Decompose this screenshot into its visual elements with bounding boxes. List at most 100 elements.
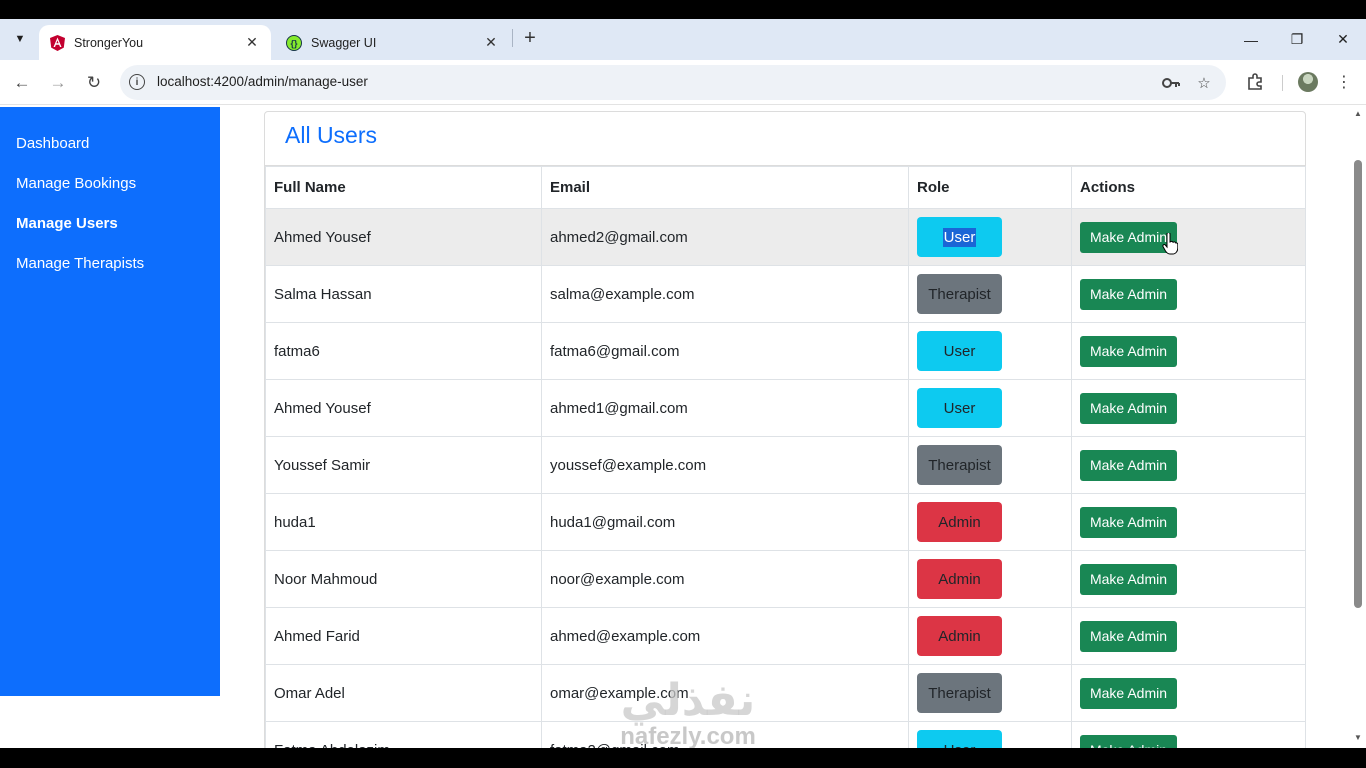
- cell-actions: Make Admin: [1071, 664, 1306, 722]
- svg-text:{}: {}: [290, 38, 298, 48]
- reload-icon[interactable]: ↻: [81, 70, 107, 96]
- table-row: Ahmed Yousef ahmed2@gmail.com User Make …: [265, 208, 1306, 266]
- cell-full-name: Youssef Samir: [265, 436, 542, 494]
- cell-full-name: Salma Hassan: [265, 265, 542, 323]
- make-admin-button[interactable]: Make Admin: [1080, 734, 1177, 748]
- cell-role: Therapist: [908, 664, 1072, 722]
- table-row: Ahmed Farid ahmed@example.com Admin Make…: [265, 607, 1306, 665]
- page-scrollbar[interactable]: ▲ ▼: [1350, 105, 1366, 748]
- role-label-selected: User: [942, 227, 977, 247]
- cell-email: salma@example.com: [541, 265, 909, 323]
- scroll-down-arrow-icon[interactable]: ▼: [1352, 733, 1364, 745]
- table-row: Youssef Samir youssef@example.com Therap…: [265, 436, 1306, 494]
- sidebar-item-manage-users[interactable]: Manage Users: [0, 209, 220, 249]
- site-info-icon[interactable]: i: [129, 74, 145, 90]
- cell-role: Admin: [908, 493, 1072, 551]
- table-header-row: Full Name Email Role Actions: [265, 166, 1306, 209]
- role-badge: User: [917, 388, 1002, 428]
- role-badge: Admin: [917, 616, 1002, 656]
- cell-email: ahmed1@gmail.com: [541, 379, 909, 437]
- address-bar[interactable]: i localhost:4200/admin/manage-user ☆: [120, 65, 1226, 100]
- forward-icon[interactable]: →: [45, 70, 71, 96]
- make-admin-button[interactable]: Make Admin: [1080, 278, 1177, 310]
- role-badge: User: [917, 217, 1002, 257]
- cell-email: ahmed@example.com: [541, 607, 909, 665]
- make-admin-button[interactable]: Make Admin: [1080, 449, 1177, 481]
- make-admin-button[interactable]: Make Admin: [1080, 677, 1177, 709]
- close-tab-icon[interactable]: ✕: [482, 34, 500, 52]
- role-badge: Therapist: [917, 274, 1002, 314]
- cell-full-name: Noor Mahmoud: [265, 550, 542, 608]
- browser-tabstrip: ▼ StrongerYou ✕ {} Swagger UI ✕ +: [0, 19, 1366, 60]
- sidebar-item-manage-therapists[interactable]: Manage Therapists: [0, 249, 220, 289]
- table-row: fatma6 fatma6@gmail.com User Make Admin: [265, 322, 1306, 380]
- page-title: All Users: [265, 112, 1305, 166]
- back-icon[interactable]: ←: [9, 70, 35, 96]
- role-badge: Therapist: [917, 445, 1002, 485]
- password-key-icon[interactable]: [1161, 73, 1181, 93]
- make-admin-button[interactable]: Make Admin: [1080, 563, 1177, 595]
- tab-swagger[interactable]: {} Swagger UI ✕: [276, 25, 510, 60]
- tab-search-chevron-icon[interactable]: ▼: [8, 27, 32, 51]
- cell-full-name: Fatma Abdelazim: [265, 721, 542, 748]
- tab-title: Swagger UI: [311, 35, 377, 50]
- cell-full-name: Ahmed Yousef: [265, 379, 542, 437]
- table-row: huda1 huda1@gmail.com Admin Make Admin: [265, 493, 1306, 551]
- screen: ▼ StrongerYou ✕ {} Swagger UI ✕ + — ❐ ✕ …: [0, 0, 1366, 768]
- cell-role: Admin: [908, 607, 1072, 665]
- cell-role: Therapist: [908, 265, 1072, 323]
- minimize-icon[interactable]: —: [1228, 19, 1274, 60]
- make-admin-button[interactable]: Make Admin: [1080, 335, 1177, 367]
- extensions-icon[interactable]: [1243, 70, 1267, 94]
- table-row: Noor Mahmoud noor@example.com Admin Make…: [265, 550, 1306, 608]
- menu-kebab-icon[interactable]: ⋮: [1332, 70, 1356, 94]
- cell-email: huda1@gmail.com: [541, 493, 909, 551]
- new-tab-icon[interactable]: +: [518, 28, 542, 50]
- cell-email: fatma6@gmail.com: [541, 322, 909, 380]
- make-admin-button[interactable]: Make Admin: [1080, 620, 1177, 652]
- hand-pointer-cursor-icon: [1162, 233, 1178, 255]
- tab-strongeryou[interactable]: StrongerYou ✕: [39, 25, 271, 60]
- cell-actions: Make Admin: [1071, 550, 1306, 608]
- tab-title: StrongerYou: [74, 35, 144, 50]
- admin-sidebar: Dashboard Manage Bookings Manage Users M…: [0, 107, 220, 696]
- cell-role: User: [908, 379, 1072, 437]
- cell-role: Therapist: [908, 436, 1072, 494]
- cell-full-name: huda1: [265, 493, 542, 551]
- role-badge: Admin: [917, 559, 1002, 599]
- cell-actions: Make Admin: [1071, 493, 1306, 551]
- profile-avatar[interactable]: [1298, 72, 1318, 92]
- restore-icon[interactable]: ❐: [1274, 19, 1320, 60]
- browser-toolbar: ← → ↻ i localhost:4200/admin/manage-user…: [0, 60, 1366, 105]
- cell-email: fatma2@gmail.com: [541, 721, 909, 748]
- cell-email: omar@example.com: [541, 664, 909, 722]
- scroll-thumb[interactable]: [1354, 160, 1362, 608]
- cell-email: ahmed2@gmail.com: [541, 208, 909, 266]
- bottom-letterbox: [0, 748, 1366, 768]
- bookmark-star-icon[interactable]: ☆: [1194, 73, 1214, 93]
- sidebar-item-dashboard[interactable]: Dashboard: [0, 129, 220, 169]
- cell-email: noor@example.com: [541, 550, 909, 608]
- toolbar-separator: [1282, 75, 1283, 91]
- make-admin-button[interactable]: Make Admin: [1080, 506, 1177, 538]
- column-header-actions: Actions: [1071, 166, 1306, 209]
- scroll-up-arrow-icon[interactable]: ▲: [1352, 109, 1364, 121]
- cell-actions: Make Admin: [1071, 379, 1306, 437]
- role-badge: Therapist: [917, 673, 1002, 713]
- cell-email: youssef@example.com: [541, 436, 909, 494]
- sidebar-item-manage-bookings[interactable]: Manage Bookings: [0, 169, 220, 209]
- make-admin-button[interactable]: Make Admin: [1080, 392, 1177, 424]
- role-badge: Admin: [917, 502, 1002, 542]
- angular-icon: [49, 34, 65, 51]
- close-tab-icon[interactable]: ✕: [243, 34, 261, 52]
- cell-full-name: Ahmed Farid: [265, 607, 542, 665]
- page-viewport: Dashboard Manage Bookings Manage Users M…: [0, 105, 1350, 748]
- column-header-full-name: Full Name: [265, 166, 542, 209]
- table-row: Salma Hassan salma@example.com Therapist…: [265, 265, 1306, 323]
- url-text: localhost:4200/admin/manage-user: [157, 74, 368, 89]
- cell-role: User: [908, 208, 1072, 266]
- cell-actions: Make Admin: [1071, 721, 1306, 748]
- cell-full-name: fatma6: [265, 322, 542, 380]
- close-window-icon[interactable]: ✕: [1320, 19, 1366, 60]
- cell-full-name: Omar Adel: [265, 664, 542, 722]
